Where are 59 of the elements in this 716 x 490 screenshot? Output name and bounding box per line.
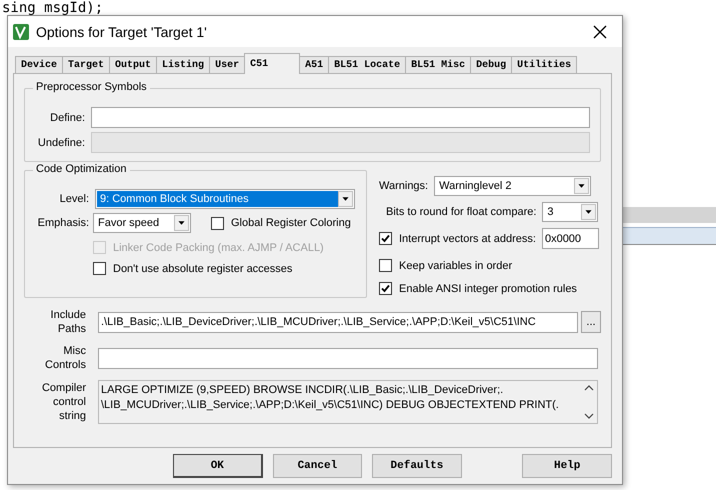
group-title: Code Optimization bbox=[33, 163, 130, 175]
include-paths-field[interactable]: .\LIB_Basic;.\LIB_DeviceDriver;.\LIB_MCUDriver;.\LIB_Service;.\APP;D:\Keil_v5\C51\INC bbox=[98, 312, 578, 332]
close-icon bbox=[593, 24, 607, 38]
checkbox-label: Linker Code Packing (max. AJMP / ACALL) bbox=[113, 242, 324, 254]
checkbox[interactable] bbox=[211, 216, 224, 230]
text-line: \LIB_MCUDriver;.\LIB_Service;.\APP;D:\Keil_v5\C51\INC) DEBUG OBJECTEXTEND PRINT(. bbox=[101, 398, 560, 413]
dialog-button[interactable]: Defaults bbox=[372, 454, 462, 478]
dialog-button[interactable]: OK bbox=[173, 454, 263, 478]
field-label: Include Paths bbox=[50, 308, 86, 336]
select-value: 3 bbox=[546, 205, 555, 220]
group-title: Preprocessor Symbols bbox=[33, 81, 150, 93]
checkbox-label: Enable ANSI integer promotion rules bbox=[399, 282, 577, 294]
field-label: Warnings: bbox=[379, 180, 428, 192]
emphasis-select[interactable]: Favor speed bbox=[93, 213, 191, 233]
code-line: sing msgId); bbox=[1, 0, 104, 16]
check-icon bbox=[381, 284, 390, 293]
tab[interactable]: Output bbox=[109, 56, 158, 74]
tab[interactable]: C51 bbox=[244, 53, 300, 74]
checkbox[interactable] bbox=[379, 259, 392, 272]
field-label: Undefine: bbox=[36, 136, 85, 148]
select-value: Warninglevel 2 bbox=[438, 179, 512, 194]
tab[interactable]: Debug bbox=[470, 56, 512, 74]
warnings-select[interactable]: Warninglevel 2 bbox=[434, 176, 592, 196]
window-title: Options for Target 'Target 1' bbox=[36, 24, 208, 40]
checkbox-label: Keep variables in order bbox=[399, 260, 512, 272]
field-label: Define: bbox=[49, 112, 85, 124]
tab[interactable]: Device bbox=[15, 56, 64, 74]
text-line: LARGE OPTIMIZE (9,SPEED) BROWSE INCDIR(.\LIB_Basic;.\LIB_DeviceDriver;. bbox=[101, 383, 504, 398]
tab[interactable]: A51 bbox=[299, 56, 330, 74]
checkbox[interactable] bbox=[93, 262, 106, 275]
dialog-button[interactable]: Help bbox=[522, 454, 612, 478]
tab[interactable]: BL51 Locate bbox=[328, 56, 406, 74]
field-label: Compiler control string bbox=[40, 381, 86, 423]
checkbox[interactable] bbox=[379, 232, 392, 245]
compiler-control-field[interactable]: LARGE OPTIMIZE (9,SPEED) BROWSE INCDIR(.\LIB_Basic;.\LIB_DeviceDriver;. \LIB_MCUDriver;.\LIB_Service;.\APP;D:\Keil_v5\C51\INC) DEBUG OBJECTEXTEND PRINT(. bbox=[98, 380, 598, 424]
tab[interactable]: BL51 Misc bbox=[405, 56, 472, 74]
select-value: Favor speed bbox=[97, 216, 160, 231]
checkbox-label: Interrupt vectors at address: bbox=[399, 232, 536, 244]
tab[interactable]: User bbox=[209, 56, 246, 74]
address-field[interactable]: 0x0000 bbox=[542, 228, 599, 249]
app-icon bbox=[12, 22, 30, 40]
level-select[interactable]: 9: Common Block Subroutines bbox=[95, 189, 355, 209]
field-label: Emphasis: bbox=[36, 217, 89, 229]
check-icon bbox=[381, 234, 390, 243]
checkbox[interactable] bbox=[379, 282, 392, 295]
tab[interactable]: Listing bbox=[156, 56, 210, 74]
field-label: Bits to round for float compare: bbox=[386, 206, 536, 218]
checkbox-label: Global Register Coloring bbox=[231, 217, 351, 229]
select-value: 9: Common Block Subroutines bbox=[97, 191, 338, 207]
input-field[interactable] bbox=[91, 107, 590, 128]
field-label: Misc Controls bbox=[44, 344, 86, 372]
checkbox-label: Don't use absolute register accesses bbox=[113, 262, 292, 274]
browse-button[interactable]: ... bbox=[581, 311, 601, 333]
dialog-button[interactable]: Cancel bbox=[272, 454, 362, 478]
tab[interactable]: Utilities bbox=[511, 56, 578, 74]
tab[interactable]: Target bbox=[62, 56, 110, 74]
float-bits-select[interactable]: 3 bbox=[542, 202, 598, 222]
misc-controls-field[interactable] bbox=[98, 348, 598, 368]
field-label: Level: bbox=[58, 193, 89, 205]
